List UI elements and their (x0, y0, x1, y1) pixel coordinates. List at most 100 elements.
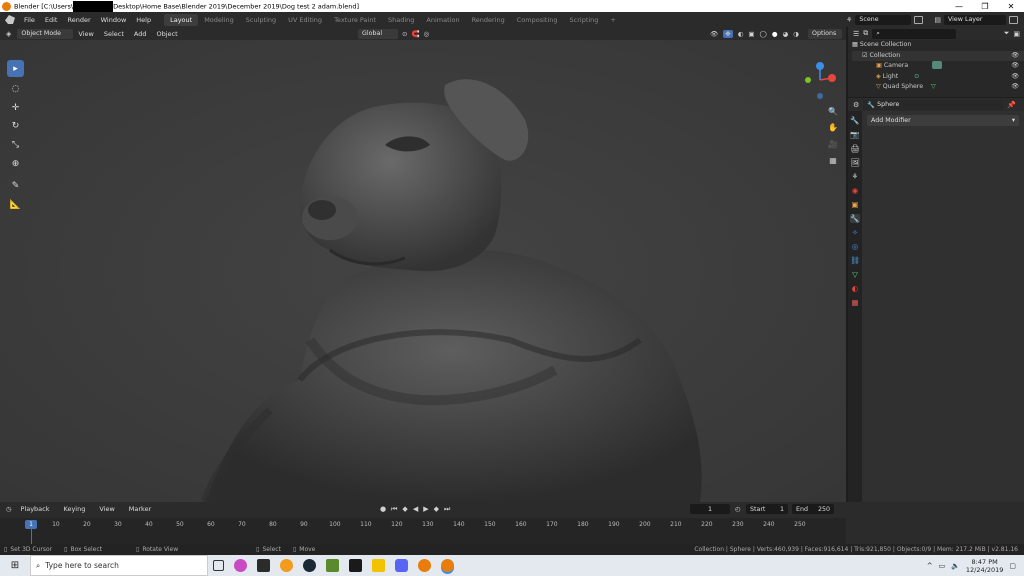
eye-icon[interactable]: 👁 (1011, 82, 1024, 93)
task-view-icon[interactable] (213, 560, 224, 571)
blender-menu-icon[interactable] (5, 15, 15, 24)
tab-compositing[interactable]: Compositing (511, 14, 564, 26)
network-icon[interactable]: ▭ (939, 562, 946, 570)
chevron-up-icon[interactable]: ^ (927, 562, 933, 570)
start-frame-field[interactable]: Start 1 (746, 504, 788, 514)
constraints-tab-icon[interactable]: ⛓ (850, 256, 860, 265)
checkbox-icon[interactable]: ☑ (862, 52, 868, 59)
epic-games-icon[interactable] (349, 559, 362, 572)
tab-texture-paint[interactable]: Texture Paint (328, 14, 382, 26)
rotate-tool-icon[interactable]: ↻ (7, 117, 24, 134)
material-tab-icon[interactable]: ◐ (852, 284, 859, 293)
axis-x-icon[interactable] (828, 74, 836, 82)
xray-icon[interactable]: ▣ (748, 30, 754, 38)
proportional-edit-icon[interactable]: ◎ (424, 30, 430, 38)
clock-icon[interactable]: ◴ (735, 506, 741, 513)
mode-selector[interactable]: Object Mode (17, 28, 74, 39)
current-frame-field[interactable]: 1 (690, 504, 730, 514)
measure-tool-icon[interactable]: 📐 (7, 196, 24, 213)
viewport-menu-view[interactable]: View (73, 30, 98, 38)
axis-neg-z-icon[interactable] (817, 93, 823, 99)
timeline-menu-playback[interactable]: Playback (16, 505, 55, 513)
outliner-item[interactable]: ▽ Quad Sphere ▽ 👁 (852, 82, 1024, 93)
view-layer-icon[interactable]: ▤ (934, 16, 941, 24)
output-tab-icon[interactable]: 🖨 (850, 144, 860, 153)
particles-tab-icon[interactable]: ✧ (852, 228, 858, 237)
camera-view-icon[interactable]: 🎥 (826, 137, 840, 151)
axis-y-icon[interactable] (805, 77, 811, 83)
tab-sculpting[interactable]: Sculpting (240, 14, 282, 26)
filter-icon[interactable]: ⏷ (1004, 29, 1010, 38)
steam-icon[interactable] (303, 559, 316, 572)
tab-animation[interactable]: Animation (420, 14, 465, 26)
shading-solid-icon[interactable]: ● (772, 30, 778, 38)
next-keyframe-icon[interactable]: ◆ (434, 505, 439, 514)
menu-edit[interactable]: Edit (40, 16, 63, 24)
scale-tool-icon[interactable]: ⤡ (7, 136, 24, 153)
tab-rendering[interactable]: Rendering (466, 14, 511, 26)
tab-shading[interactable]: Shading (382, 14, 420, 26)
app-icon[interactable] (280, 559, 293, 572)
light-data-icon[interactable]: ⊙ (914, 73, 919, 80)
play-icon[interactable]: ▶ (423, 505, 428, 514)
jump-end-icon[interactable]: ⏭ (444, 505, 450, 514)
prev-keyframe-icon[interactable]: ◆ (402, 505, 407, 514)
blender-taskbar-icon[interactable] (441, 559, 454, 572)
scene-icon[interactable]: ⚘ (846, 16, 852, 24)
physics-tab-icon[interactable]: ◎ (852, 242, 859, 251)
properties-editor-icon[interactable]: ⚙ (853, 101, 859, 109)
notifications-icon[interactable]: ▢ (1009, 562, 1016, 570)
render-tab-icon[interactable]: 📷 (850, 130, 859, 139)
shading-rendered-icon[interactable]: ◑ (793, 30, 799, 38)
app-icon[interactable] (234, 559, 247, 572)
app-icon[interactable] (418, 559, 431, 572)
annotate-tool-icon[interactable]: ✎ (7, 177, 24, 194)
minecraft-icon[interactable] (326, 559, 339, 572)
world-tab-icon[interactable]: ◉ (852, 186, 859, 195)
options-dropdown[interactable]: Options (808, 28, 842, 39)
outliner-item[interactable]: ▣ Camera 👁 (852, 61, 1024, 72)
timeline-ruler[interactable]: 1 10 20 30 40 50 60 70 80 90 100 110 120 130 140 150 160… (0, 518, 846, 544)
add-modifier-dropdown[interactable]: Add Modifier ▾ (867, 115, 1019, 126)
volume-icon[interactable]: 🔈 (951, 562, 960, 570)
add-workspace-button[interactable]: + (604, 14, 621, 26)
data-tab-icon[interactable]: ▽ (852, 270, 858, 279)
new-view-layer-icon[interactable] (1009, 15, 1018, 24)
scene-tab-icon[interactable]: ⚘ (852, 172, 859, 181)
shading-material-icon[interactable]: ◕ (783, 30, 789, 38)
menu-render[interactable]: Render (62, 16, 95, 24)
view-layer-tab-icon[interactable]: 🖼 (850, 158, 860, 167)
tab-scripting[interactable]: Scripting (564, 14, 605, 26)
app-icon[interactable] (257, 559, 270, 572)
scene-selector[interactable]: Scene (855, 14, 912, 25)
pan-hand-icon[interactable]: ✋ (826, 120, 840, 134)
editor-type-icon[interactable]: ◈ (6, 30, 11, 38)
play-reverse-icon[interactable]: ◀ (413, 505, 418, 514)
eye-icon[interactable]: 👁 (1011, 61, 1024, 72)
outliner-collection[interactable]: ☑ Collection 👁 (852, 50, 1024, 61)
transform-tool-icon[interactable]: ⊕ (7, 155, 24, 172)
outliner-search-input[interactable]: ⌕ (872, 28, 957, 39)
tool-tab-icon[interactable]: 🔧 (850, 116, 859, 125)
outliner-item[interactable]: ◈ Light ⊙ 👁 (852, 72, 1024, 83)
close-icon[interactable]: ✕ (998, 2, 1024, 11)
new-collection-icon[interactable]: ▣ (1013, 30, 1024, 38)
pin-icon[interactable]: 📌 (1007, 101, 1016, 109)
visibility-icon[interactable]: 👁 (710, 30, 718, 38)
outliner-editor-icon[interactable]: ☰ (853, 30, 859, 38)
record-icon[interactable]: ● (380, 505, 386, 514)
camera-data-icon[interactable] (932, 61, 943, 69)
timeline-menu-view[interactable]: View (94, 505, 119, 513)
axis-z-icon[interactable] (816, 62, 824, 70)
end-frame-field[interactable]: End 250 (792, 504, 834, 514)
viewport-menu-add[interactable]: Add (129, 30, 152, 38)
discord-icon[interactable] (395, 559, 408, 572)
menu-window[interactable]: Window (96, 16, 132, 24)
menu-help[interactable]: Help (131, 16, 156, 24)
object-tab-icon[interactable]: ▣ (851, 200, 858, 209)
outliner-scene-collection[interactable]: ▦ Scene Collection (852, 40, 1024, 51)
display-mode-icon[interactable]: ⧉ (863, 29, 868, 38)
3d-viewport[interactable]: ▸ ◌ ✛ ↻ ⤡ ⊕ ✎ 📐 🔍 ✋ 🎥 ▦ (0, 40, 846, 502)
taskbar-clock[interactable]: 8:47 PM 12/24/2019 (966, 558, 1003, 574)
jump-start-icon[interactable]: ⏮ (391, 505, 397, 514)
